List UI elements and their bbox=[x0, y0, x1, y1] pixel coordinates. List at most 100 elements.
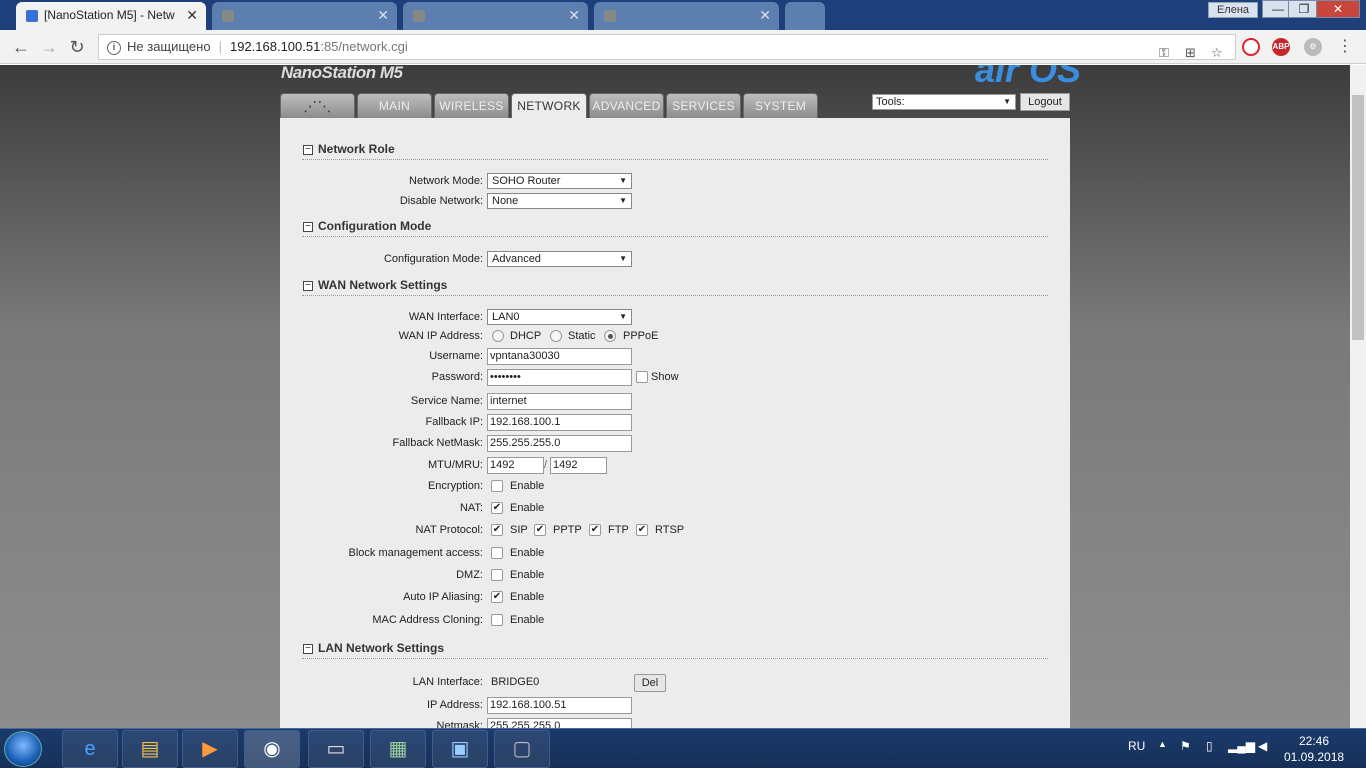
logout-button[interactable]: Logout bbox=[1020, 93, 1070, 111]
nat-protocol-row: NAT Protocol: ✔ SIP ✔ PPTP ✔ FTP ✔ RTSP bbox=[280, 522, 1070, 540]
menu-dots-icon[interactable]: ⋮ bbox=[1334, 36, 1356, 58]
close-tab-icon[interactable]: ✕ bbox=[377, 2, 389, 28]
collapse-icon[interactable]: − bbox=[303, 644, 313, 654]
wan-interface-select[interactable]: LAN0 bbox=[487, 309, 632, 325]
airos-logo-text: air OS bbox=[975, 65, 1082, 90]
configuration-mode-select[interactable]: Advanced bbox=[487, 251, 632, 267]
info-icon[interactable]: i bbox=[107, 40, 121, 55]
tray-expand-icon[interactable]: ▲ bbox=[1158, 739, 1167, 749]
mru-input[interactable]: 1492 bbox=[550, 457, 607, 474]
dmz-row: DMZ: Enable bbox=[280, 567, 1070, 585]
close-tab-icon[interactable]: ✕ bbox=[186, 2, 198, 28]
chrome-icon[interactable]: ◉ bbox=[244, 730, 300, 768]
scrollbar-thumb[interactable] bbox=[1352, 95, 1364, 340]
window-user-badge[interactable]: Елена bbox=[1208, 2, 1258, 18]
auto-ip-aliasing-checkbox[interactable]: ✔ bbox=[491, 591, 503, 603]
show-password-checkbox[interactable] bbox=[636, 371, 648, 383]
sip-checkbox[interactable]: ✔ bbox=[491, 524, 503, 536]
pptp-checkbox[interactable]: ✔ bbox=[534, 524, 546, 536]
collapse-icon[interactable]: − bbox=[303, 281, 313, 291]
password-label: Password: bbox=[431, 371, 483, 383]
close-window-button[interactable]: ✕ bbox=[1316, 0, 1360, 18]
close-tab-icon[interactable]: ✕ bbox=[759, 2, 771, 28]
network-mode-select[interactable]: SOHO Router bbox=[487, 173, 632, 189]
start-button[interactable] bbox=[4, 731, 42, 767]
new-tab-button[interactable] bbox=[785, 2, 825, 30]
media-player-icon[interactable]: ▶ bbox=[182, 730, 238, 768]
service-name-input[interactable]: internet bbox=[487, 393, 632, 410]
lan-ip-input[interactable]: 192.168.100.51 bbox=[487, 697, 632, 714]
mac-cloning-checkbox[interactable] bbox=[491, 614, 503, 626]
volume-icon[interactable]: ◀ bbox=[1258, 739, 1267, 753]
collapse-icon[interactable]: − bbox=[303, 145, 313, 155]
disable-network-row: Disable Network: None bbox=[280, 193, 1070, 211]
block-management-row: Block management access: Enable bbox=[280, 545, 1070, 563]
static-radio[interactable] bbox=[550, 330, 562, 342]
tab-wireless[interactable]: WIRELESS bbox=[434, 93, 509, 118]
battery-icon[interactable]: ▯ bbox=[1206, 739, 1213, 753]
encryption-label: Encryption: bbox=[427, 480, 483, 492]
rtsp-checkbox[interactable]: ✔ bbox=[636, 524, 648, 536]
encryption-checkbox[interactable] bbox=[491, 480, 503, 492]
rtsp-label: RTSP bbox=[655, 524, 685, 536]
dhcp-radio[interactable] bbox=[492, 330, 504, 342]
dmz-enable-label: Enable bbox=[510, 569, 545, 581]
lan-netmask-input[interactable]: 255.255.255.0 bbox=[487, 718, 632, 728]
mac-cloning-enable-label: Enable bbox=[510, 614, 545, 626]
tab-advanced[interactable]: ADVANCED bbox=[589, 93, 664, 118]
translate-icon[interactable]: ⊞ bbox=[1185, 41, 1196, 65]
static-label: Static bbox=[568, 330, 596, 342]
page-scrollbar[interactable] bbox=[1350, 65, 1366, 728]
ubiquiti-favicon-icon bbox=[26, 10, 38, 22]
tab-ubnt-logo[interactable]: ⋰⋱ bbox=[280, 93, 355, 118]
back-arrow-icon[interactable]: ← bbox=[10, 36, 32, 58]
ftp-checkbox[interactable]: ✔ bbox=[589, 524, 601, 536]
language-indicator[interactable]: RU bbox=[1128, 739, 1145, 753]
fallback-ip-label: Fallback IP: bbox=[425, 416, 483, 428]
nat-checkbox[interactable]: ✔ bbox=[491, 502, 503, 514]
tab-main[interactable]: MAIN bbox=[357, 93, 432, 118]
close-tab-icon[interactable]: ✕ bbox=[568, 2, 580, 28]
control-panel-icon[interactable]: ▣ bbox=[432, 730, 488, 768]
internet-explorer-icon[interactable]: e bbox=[62, 730, 118, 768]
browser-tab[interactable]: ✕ bbox=[594, 2, 779, 30]
section-title: Network Role bbox=[318, 142, 395, 156]
tools-dropdown-value: Tools: bbox=[876, 96, 905, 108]
reload-icon[interactable]: ↻ bbox=[66, 36, 88, 58]
dmz-checkbox[interactable] bbox=[491, 569, 503, 581]
tab-services[interactable]: SERVICES bbox=[666, 93, 741, 118]
file-explorer-icon[interactable]: ▤ bbox=[122, 730, 178, 768]
adblock-extension-icon[interactable]: ABP bbox=[1272, 38, 1290, 56]
delete-interface-button[interactable]: Del bbox=[634, 674, 666, 692]
forward-arrow-icon[interactable]: → bbox=[38, 36, 60, 58]
mtu-input[interactable]: 1492 bbox=[487, 457, 544, 474]
system-clock[interactable]: 22:46 01.09.2018 bbox=[1284, 733, 1344, 765]
browser-tab[interactable]: ✕ bbox=[403, 2, 588, 30]
lan-ip-row: IP Address: 192.168.100.51 bbox=[280, 697, 1070, 715]
tools-dropdown[interactable]: Tools: ▼ bbox=[872, 94, 1016, 110]
signal-icon[interactable]: ▂▄▆ bbox=[1228, 739, 1255, 753]
task-manager-icon[interactable]: ▦ bbox=[370, 730, 426, 768]
bookmark-star-icon[interactable]: ☆ bbox=[1211, 41, 1223, 65]
username-input[interactable]: vpntana30030 bbox=[487, 348, 632, 365]
collapse-icon[interactable]: − bbox=[303, 222, 313, 232]
fallback-ip-input[interactable]: 192.168.100.1 bbox=[487, 414, 632, 431]
nat-protocol-label: NAT Protocol: bbox=[415, 524, 483, 536]
browser-tab-active[interactable]: [NanoStation M5] - Netw ✕ bbox=[16, 2, 206, 30]
command-prompt-icon[interactable]: ▭ bbox=[308, 730, 364, 768]
fallback-netmask-input[interactable]: 255.255.255.0 bbox=[487, 435, 632, 452]
extension-icon[interactable]: ⚙ bbox=[1304, 38, 1322, 56]
address-bar[interactable]: i Не защищено | 192.168.100.51:85/network.c… bbox=[98, 34, 1236, 60]
opera-extension-icon[interactable] bbox=[1242, 38, 1260, 56]
remote-desktop-icon[interactable]: ▢ bbox=[494, 730, 550, 768]
tab-system[interactable]: SYSTEM bbox=[743, 93, 818, 118]
pppoe-radio[interactable] bbox=[604, 330, 616, 342]
password-input[interactable]: •••••••• bbox=[487, 369, 632, 386]
tab-network[interactable]: NETWORK bbox=[511, 93, 587, 119]
browser-tab[interactable]: ✕ bbox=[212, 2, 397, 30]
disable-network-select[interactable]: None bbox=[487, 193, 632, 209]
key-icon[interactable]: ⚿ bbox=[1159, 41, 1169, 65]
lan-interface-value: BRIDGE0 bbox=[491, 676, 540, 688]
block-management-checkbox[interactable] bbox=[491, 547, 503, 559]
action-center-flag-icon[interactable]: ⚑ bbox=[1180, 739, 1191, 753]
